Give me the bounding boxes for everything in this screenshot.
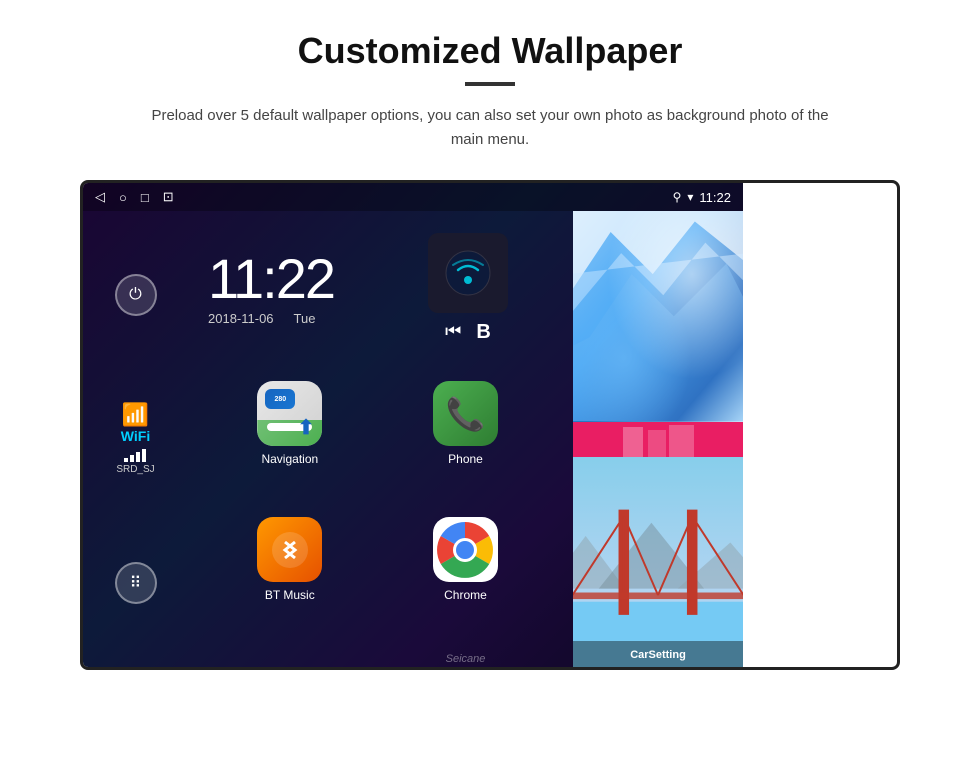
status-right-icons: ⚲ ▾ 11:22 [673, 190, 731, 205]
app-phone[interactable]: 📞 Phone [384, 381, 548, 505]
recents-nav-icon[interactable]: □ [141, 190, 149, 205]
chrome-label: Chrome [444, 588, 487, 602]
carsetting-label-area: CarSetting [573, 641, 743, 667]
title-divider [465, 82, 515, 86]
clock-time: 11:22 [208, 251, 388, 307]
app-navigation[interactable]: 280 ⬆ Navigation [208, 381, 372, 505]
wifi-bar-1 [124, 458, 128, 462]
nav-compass-icon: ⬆ [298, 415, 315, 440]
wallpaper-ice-thumb [573, 211, 743, 422]
wifi-label: WiFi [116, 428, 154, 444]
wifi-info-widget: 📶 WiFi SRD_SJ [116, 402, 154, 475]
page-title: Customized Wallpaper [298, 30, 683, 72]
back-nav-icon[interactable]: ◁ [95, 189, 105, 205]
phone-icon: 📞 [433, 381, 498, 446]
wallpaper-panel: CarSetting [573, 211, 743, 667]
phone-label: Phone [448, 452, 483, 466]
wallpaper-pink-thumb [573, 422, 743, 457]
clock-widget: 11:22 2018-11-06 Tue [188, 211, 408, 366]
left-sidebar: ⏻ 📶 WiFi SRD_SJ ⠿ [83, 211, 188, 667]
wallpaper-bridge-thumb: CarSetting [573, 457, 743, 668]
page-description: Preload over 5 default wallpaper options… [140, 104, 840, 152]
next-letter-icon: B [476, 321, 490, 344]
status-nav-icons: ◁ ○ □ ⊡ [95, 189, 174, 205]
clock-date-value: 2018-11-06 [208, 311, 274, 326]
apps-grid-button[interactable]: ⠿ [115, 562, 157, 604]
navigation-icon: 280 ⬆ [257, 381, 322, 446]
app-bt-music[interactable]: BT Music [208, 517, 372, 641]
home-nav-icon[interactable]: ○ [119, 190, 127, 205]
bridge-wallpaper-svg [573, 457, 743, 668]
screenshot-nav-icon[interactable]: ⊡ [163, 189, 174, 205]
media-controls: ⏮ B [445, 321, 491, 344]
navigation-label: Navigation [261, 452, 318, 466]
media-icon-box [428, 233, 508, 313]
wifi-status-icon: ▾ [687, 190, 693, 204]
ice-wallpaper-svg [573, 211, 743, 422]
chrome-icon [433, 517, 498, 582]
status-time: 11:22 [699, 190, 731, 205]
wifi-bar-2 [130, 455, 134, 462]
location-icon: ⚲ [673, 190, 682, 204]
wifi-bar-4 [142, 449, 146, 462]
clock-day-value: Tue [294, 311, 316, 326]
power-button[interactable]: ⏻ [115, 274, 157, 316]
nav-badge: 280 [265, 389, 295, 409]
wifi-ssid: SRD_SJ [116, 464, 154, 475]
chrome-svg [435, 520, 495, 580]
media-widget: ⏮ B [408, 211, 528, 366]
radio-icon [443, 248, 493, 298]
clock-date: 2018-11-06 Tue [208, 311, 388, 326]
bt-music-icon [257, 517, 322, 582]
app-chrome[interactable]: Chrome [384, 517, 548, 641]
bt-music-label: BT Music [265, 588, 315, 602]
pink-wallpaper-svg [573, 422, 743, 457]
carsetting-label: CarSetting [630, 649, 686, 661]
device-frame: ◁ ○ □ ⊡ ⚲ ▾ 11:22 ⏻ 📶 WiFi [80, 180, 900, 670]
wifi-icon: 📶 [116, 402, 154, 428]
page-container: Customized Wallpaper Preload over 5 defa… [0, 0, 980, 758]
android-screen: ◁ ○ □ ⊡ ⚲ ▾ 11:22 ⏻ 📶 WiFi [83, 183, 743, 667]
wifi-bar-3 [136, 452, 140, 462]
nav-badge-text: 280 [274, 396, 286, 403]
wifi-signal-bars [116, 446, 154, 462]
status-bar: ◁ ○ □ ⊡ ⚲ ▾ 11:22 [83, 183, 743, 211]
wallpaper-ice-bg [573, 211, 743, 422]
bluetooth-icon [270, 530, 310, 570]
prev-track-icon[interactable]: ⏮ [445, 321, 461, 344]
